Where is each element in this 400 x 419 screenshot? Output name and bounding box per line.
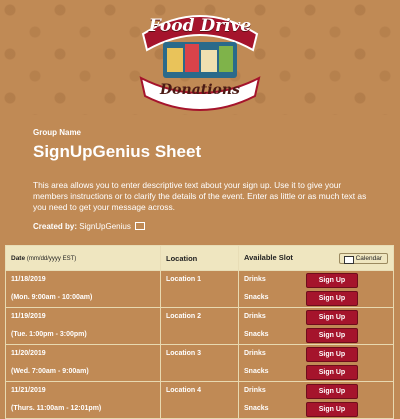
signup-table: Date (mm/dd/yyyy EST) Location Available…	[5, 245, 394, 419]
location-label: Location 1	[166, 276, 202, 283]
slot-line: Snacks Sign Up	[244, 289, 388, 307]
slot-cell: Drinks Sign Up Snacks Sign Up	[238, 344, 394, 382]
slot-line: Drinks Sign Up	[244, 345, 388, 363]
slot-time: (Mon. 9:00am - 10:00am)	[11, 294, 93, 301]
table-row: 11/18/2019 (Mon. 9:00am - 10:00am) Locatio…	[5, 270, 394, 308]
created-by: Created by: SignUpGenius	[33, 221, 146, 231]
sign-up-button[interactable]: Sign Up	[306, 273, 358, 288]
location-cell: Location 4	[160, 381, 239, 419]
sign-up-button[interactable]: Sign Up	[306, 402, 358, 417]
sign-up-button[interactable]: Sign Up	[306, 291, 358, 306]
header-slot: Available Slot Calendar	[238, 245, 394, 271]
slot-name: Snacks	[244, 294, 269, 301]
location-label: Location 3	[166, 350, 202, 357]
location-cell: Location 3	[160, 344, 239, 382]
header-location: Location	[160, 245, 239, 271]
group-name: Group Name	[33, 128, 82, 137]
slot-line: Snacks Sign Up	[244, 326, 388, 344]
slot-cell: Drinks Sign Up Snacks Sign Up	[238, 307, 394, 345]
food-drive-logo: Food Drive Donations	[135, 4, 265, 112]
mail-icon[interactable]	[135, 221, 146, 230]
slot-date: 11/19/2019	[11, 313, 46, 320]
slot-name: Snacks	[244, 405, 269, 412]
header-slot-label: Available Slot	[244, 252, 293, 262]
created-by-label: Created by:	[33, 222, 78, 231]
slot-time: (Thurs. 11:00am - 12:01pm)	[11, 405, 102, 412]
slot-name: Drinks	[244, 350, 266, 357]
date-cell: 11/21/2019 (Thurs. 11:00am - 12:01pm)	[5, 381, 161, 419]
slot-name: Snacks	[244, 331, 269, 338]
logo-title-top: Food Drive	[148, 16, 252, 36]
logo-title-bottom: Donations	[160, 82, 240, 98]
sheet-description: This area allows you to enter descriptiv…	[33, 180, 367, 212]
sign-up-button[interactable]: Sign Up	[306, 347, 358, 362]
header-date-format: (mm/dd/yyyy EST)	[26, 255, 77, 262]
slot-cell: Drinks Sign Up Snacks Sign Up	[238, 270, 394, 308]
slot-name: Snacks	[244, 368, 269, 375]
slot-cell: Drinks Sign Up Snacks Sign Up	[238, 381, 394, 419]
page-title: SignUpGenius Sheet	[33, 142, 202, 161]
slot-line: Drinks Sign Up	[244, 271, 388, 289]
table-row: 11/21/2019 (Thurs. 11:00am - 12:01pm) Loca…	[5, 381, 394, 419]
slot-name: Drinks	[244, 276, 266, 283]
table-row: 11/19/2019 (Tue. 1:00pm - 3:00pm) Location…	[5, 307, 394, 345]
slot-date: 11/20/2019	[11, 350, 46, 357]
sign-up-button[interactable]: Sign Up	[306, 384, 358, 399]
sign-up-button[interactable]: Sign Up	[306, 328, 358, 343]
slot-time: (Tue. 1:00pm - 3:00pm)	[11, 331, 87, 338]
signup-table-wrap: Date (mm/dd/yyyy EST) Location Available…	[5, 245, 394, 419]
location-label: Location 4	[166, 387, 202, 394]
date-cell: 11/18/2019 (Mon. 9:00am - 10:00am)	[5, 270, 161, 308]
table-row: 11/20/2019 (Wed. 7:00am - 9:00am) Location…	[5, 344, 394, 382]
slot-line: Drinks Sign Up	[244, 382, 388, 400]
slot-line: Snacks Sign Up	[244, 400, 388, 418]
location-cell: Location 1	[160, 270, 239, 308]
location-label: Location 2	[166, 313, 202, 320]
slot-name: Drinks	[244, 313, 266, 320]
slot-time: (Wed. 7:00am - 9:00am)	[11, 368, 89, 375]
date-cell: 11/19/2019 (Tue. 1:00pm - 3:00pm)	[5, 307, 161, 345]
sign-up-button[interactable]: Sign Up	[306, 365, 358, 380]
table-header-row: Date (mm/dd/yyyy EST) Location Available…	[5, 245, 394, 271]
slot-name: Drinks	[244, 387, 266, 394]
slot-line: Drinks Sign Up	[244, 308, 388, 326]
calendar-button[interactable]: Calendar	[338, 252, 388, 264]
calendar-button-label: Calendar	[355, 254, 382, 262]
slot-date: 11/21/2019	[11, 387, 46, 394]
creator-name[interactable]: SignUpGenius	[79, 222, 131, 231]
header-date: Date (mm/dd/yyyy EST)	[5, 245, 161, 271]
slot-date: 11/18/2019	[11, 276, 46, 283]
calendar-icon	[343, 255, 354, 264]
location-cell: Location 2	[160, 307, 239, 345]
header-date-label: Date	[11, 254, 26, 262]
date-cell: 11/20/2019 (Wed. 7:00am - 9:00am)	[5, 344, 161, 382]
sign-up-button[interactable]: Sign Up	[306, 310, 358, 325]
slot-line: Snacks Sign Up	[244, 363, 388, 381]
